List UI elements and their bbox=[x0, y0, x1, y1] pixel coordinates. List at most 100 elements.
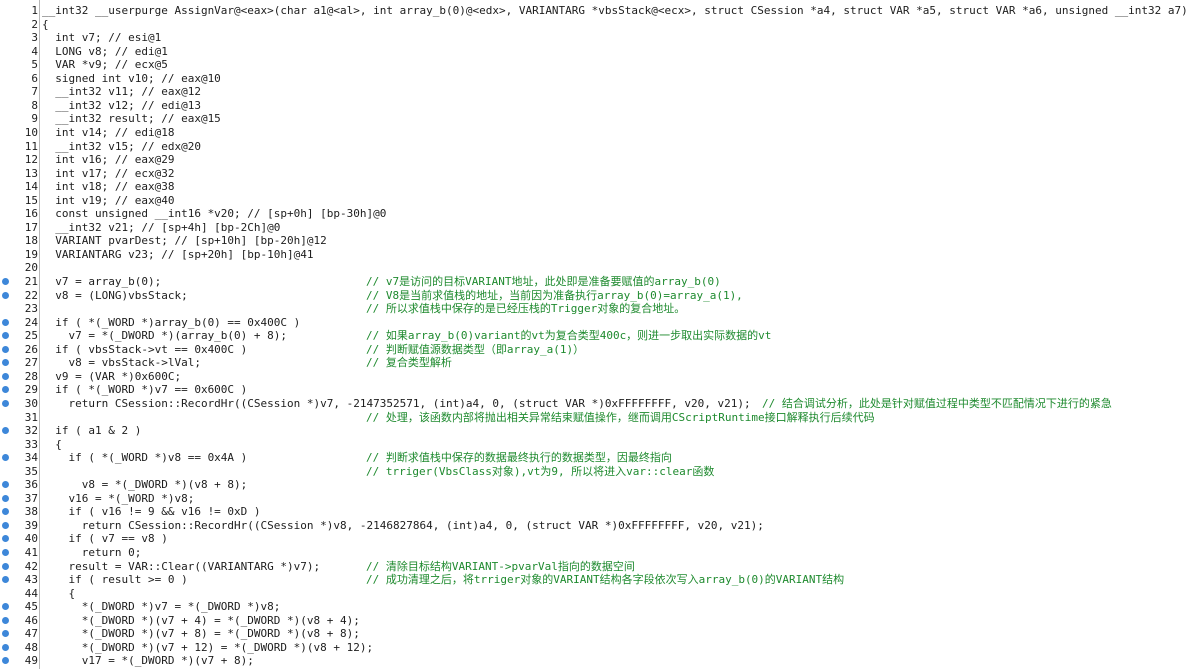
code-line[interactable]: 29 if ( *(_WORD *)v7 == 0x600C ) bbox=[0, 383, 1200, 397]
code-line[interactable]: 31 // 处理，该函数内部将抛出相关异常结束赋值操作，继而调用CScriptRu… bbox=[0, 411, 1200, 425]
code-line[interactable]: 42 result = VAR::Clear((VARIANTARG *)v7)… bbox=[0, 560, 1200, 574]
pseudocode-viewer[interactable]: 1 __int32 __userpurge AssignVar@<eax>(cha… bbox=[0, 0, 1200, 669]
line-number: 46 bbox=[24, 613, 38, 627]
code-line[interactable]: 22 v8 = (LONG)vbsStack; // V8是当前求值栈的地址，当前… bbox=[0, 289, 1200, 303]
code-line[interactable]: 8 __int32 v12; // edi@13 bbox=[0, 99, 1200, 113]
line-number: 12 bbox=[24, 153, 38, 167]
line-number: 16 bbox=[24, 207, 38, 221]
line-number: 2 bbox=[31, 17, 38, 31]
code-line[interactable]: 14 int v18; // eax@38 bbox=[0, 180, 1200, 194]
code-comment: // 结合调试分析，此处是针对赋值过程中类型不匹配情况下进行的紧急 bbox=[762, 396, 1112, 410]
code-line[interactable]: 39 return CSession::RecordHr((CSession *… bbox=[0, 519, 1200, 533]
line-number: 10 bbox=[24, 125, 38, 139]
code-line[interactable]: 1 __int32 __userpurge AssignVar@<eax>(cha… bbox=[0, 4, 1200, 18]
line-number: 25 bbox=[24, 329, 38, 343]
line-number: 6 bbox=[31, 71, 38, 85]
code-line[interactable]: 7 __int32 v11; // eax@12 bbox=[0, 85, 1200, 99]
code-text: *(_DWORD *)(v7 + 4) = *(_DWORD *)(v8 + 4… bbox=[42, 613, 360, 627]
code-line[interactable]: 11 __int32 v15; // edx@20 bbox=[0, 140, 1200, 154]
line-number: 30 bbox=[24, 396, 38, 410]
code-text: { bbox=[42, 437, 62, 451]
code-comment: // 判断赋值源数据类型（即array_a(1)） bbox=[366, 342, 585, 356]
line-number: 5 bbox=[31, 58, 38, 72]
line-number: 33 bbox=[24, 437, 38, 451]
line-number: 17 bbox=[24, 220, 38, 234]
code-line[interactable]: 40 if ( v7 == v8 ) bbox=[0, 532, 1200, 546]
code-line[interactable]: 48 *(_DWORD *)(v7 + 12) = *(_DWORD *)(v8… bbox=[0, 641, 1200, 655]
code-comment: // 成功清理之后，将trriger对象的VARIANT结构各字段依次写入arr… bbox=[366, 573, 845, 587]
code-text: const unsigned __int16 *v20; // [sp+0h] … bbox=[42, 207, 387, 221]
code-line[interactable]: 35 // trriger(VbsClass对象),vt为9, 所以将进入var:… bbox=[0, 465, 1200, 479]
code-line[interactable]: 3 int v7; // esi@1 bbox=[0, 31, 1200, 45]
line-number: 29 bbox=[24, 383, 38, 397]
code-line[interactable]: 21 v7 = array_b(0); // v7是访问的目标VARIANT地址，… bbox=[0, 275, 1200, 289]
code-line[interactable]: 26 if ( vbsStack->vt == 0x400C ) // 判断赋值源… bbox=[0, 343, 1200, 357]
code-text: return 0; bbox=[42, 546, 142, 559]
code-line[interactable]: 16 const unsigned __int16 *v20; // [sp+0… bbox=[0, 207, 1200, 221]
code-line[interactable]: 9 __int32 result; // eax@15 bbox=[0, 112, 1200, 126]
code-line[interactable]: 13 int v17; // ecx@32 bbox=[0, 167, 1200, 181]
code-text: v17 = *(_DWORD *)(v7 + 8); bbox=[42, 654, 254, 668]
code-text: if ( *(_WORD *)v7 == 0x600C ) bbox=[42, 383, 248, 397]
code-line[interactable]: 30 return CSession::RecordHr((CSession *… bbox=[0, 397, 1200, 411]
line-number: 13 bbox=[24, 166, 38, 180]
code-text: VAR *v9; // ecx@5 bbox=[42, 58, 168, 72]
line-number: 26 bbox=[24, 342, 38, 356]
line-number: 11 bbox=[24, 139, 38, 153]
code-line[interactable]: 34 if ( *(_WORD *)v8 == 0x4A ) // 判断求值栈中保… bbox=[0, 451, 1200, 465]
code-line[interactable]: 25 v7 = *(_DWORD *)(array_b(0) + 8); // 如… bbox=[0, 329, 1200, 343]
code-line[interactable]: 28 v9 = (VAR *)0x600C; bbox=[0, 370, 1200, 384]
code-line[interactable]: 15 int v19; // eax@40 bbox=[0, 194, 1200, 208]
code-line[interactable]: 18 VARIANT pvarDest; // [sp+10h] [bp-20h… bbox=[0, 234, 1200, 248]
code-line[interactable]: 47 *(_DWORD *)(v7 + 8) = *(_DWORD *)(v8 … bbox=[0, 627, 1200, 641]
code-line[interactable]: 4 LONG v8; // edi@1 bbox=[0, 45, 1200, 59]
line-number: 43 bbox=[24, 573, 38, 587]
code-line[interactable]: 2{ bbox=[0, 18, 1200, 32]
code-line[interactable]: 36 v8 = *(_DWORD *)(v8 + 8); bbox=[0, 478, 1200, 492]
line-number: 39 bbox=[24, 518, 38, 532]
line-number: 45 bbox=[24, 600, 38, 614]
line-number: 14 bbox=[24, 180, 38, 194]
line-number: 38 bbox=[24, 505, 38, 519]
code-comment: // 处理，该函数内部将抛出相关异常结束赋值操作，继而调用CScriptRunt… bbox=[366, 410, 875, 424]
code-line[interactable]: 6 signed int v10; // eax@10 bbox=[0, 72, 1200, 86]
code-line[interactable]: 33 { bbox=[0, 438, 1200, 452]
code-line[interactable]: 20 bbox=[0, 261, 1200, 275]
code-line[interactable]: 12 int v16; // eax@29 bbox=[0, 153, 1200, 167]
code-line[interactable]: 24 if ( *(_WORD *)array_b(0) == 0x400C ) bbox=[0, 316, 1200, 330]
code-text: v8 = vbsStack->lVal; bbox=[42, 356, 201, 370]
line-number: 35 bbox=[24, 464, 38, 478]
code-line[interactable]: 23 // 所以求值栈中保存的是已经压栈的Trigger对象的复合地址。 bbox=[0, 302, 1200, 316]
code-line[interactable]: 45 *(_DWORD *)v7 = *(_DWORD *)v8; bbox=[0, 600, 1200, 614]
line-number: 44 bbox=[24, 586, 38, 600]
code-line[interactable]: 44 { bbox=[0, 587, 1200, 601]
code-text: __int32 __userpurge AssignVar@<eax>(char… bbox=[42, 4, 1188, 17]
code-line[interactable]: 41 return 0; bbox=[0, 546, 1200, 560]
code-comment: // 复合类型解析 bbox=[366, 356, 452, 370]
code-line[interactable]: 37 v16 = *(_WORD *)v8; bbox=[0, 492, 1200, 506]
code-line[interactable]: 32 if ( a1 & 2 ) bbox=[0, 424, 1200, 438]
line-number: 4 bbox=[31, 44, 38, 58]
code-text: int v14; // edi@18 bbox=[42, 125, 175, 139]
code-line[interactable]: 17 __int32 v21; // [sp+4h] [bp-2Ch]@0 bbox=[0, 221, 1200, 235]
code-line[interactable]: 19 VARIANTARG v23; // [sp+20h] [bp-10h]@… bbox=[0, 248, 1200, 262]
code-line[interactable]: 46 *(_DWORD *)(v7 + 4) = *(_DWORD *)(v8 … bbox=[0, 614, 1200, 628]
code-line[interactable]: 43 if ( result >= 0 ) // 成功清理之后，将trriger对… bbox=[0, 573, 1200, 587]
code-line[interactable]: 10 int v14; // edi@18 bbox=[0, 126, 1200, 140]
code-text: __int32 result; // eax@15 bbox=[42, 112, 221, 126]
code-text: signed int v10; // eax@10 bbox=[42, 71, 221, 85]
code-text: { bbox=[42, 17, 49, 31]
code-line[interactable]: 27 v8 = vbsStack->lVal; // 复合类型解析 bbox=[0, 356, 1200, 370]
code-text: v16 = *(_WORD *)v8; bbox=[42, 491, 195, 505]
code-comment: // 所以求值栈中保存的是已经压栈的Trigger对象的复合地址。 bbox=[366, 302, 686, 316]
line-number: 7 bbox=[31, 85, 38, 99]
code-line[interactable]: 38 if ( v16 != 9 && v16 != 0xD ) bbox=[0, 505, 1200, 519]
code-text: VARIANT pvarDest; // [sp+10h] [bp-20h]@1… bbox=[42, 234, 327, 248]
code-line[interactable]: 49 v17 = *(_DWORD *)(v7 + 8); bbox=[0, 654, 1200, 668]
line-number: 28 bbox=[24, 369, 38, 383]
line-number: 47 bbox=[24, 627, 38, 641]
code-text: __int32 v21; // [sp+4h] [bp-2Ch]@0 bbox=[42, 220, 281, 234]
code-text: return CSession::RecordHr((CSession *)v8… bbox=[42, 518, 764, 532]
line-number: 49 bbox=[24, 654, 38, 668]
code-line[interactable]: 5 VAR *v9; // ecx@5 bbox=[0, 58, 1200, 72]
